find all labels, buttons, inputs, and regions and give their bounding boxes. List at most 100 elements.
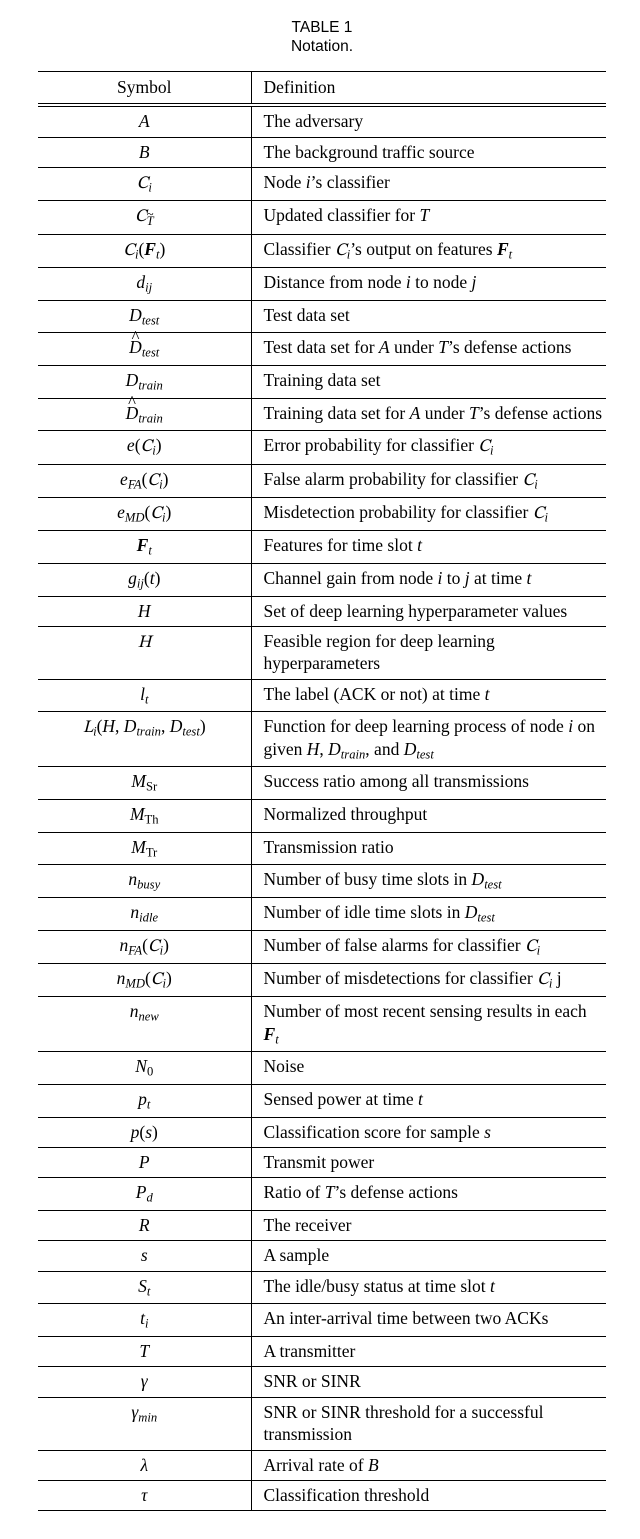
symbol-cell: p(s) [38,1117,251,1147]
symbol-cell: St [38,1271,251,1304]
definition-cell: Normalized throughput [251,800,606,833]
symbol-cell: ti [38,1304,251,1337]
symbol-cell: MTh [38,800,251,833]
definition-cell: Test data set [251,300,606,333]
table-row: Ci(Ft)Classifier Ci’s output on features… [38,234,606,267]
table-row: BThe background traffic source [38,137,606,167]
symbol-cell: s [38,1241,251,1271]
definition-cell: Distance from node i to node j [251,268,606,301]
table-row: gij(t)Channel gain from node i to j at t… [38,564,606,597]
definition-cell: Classifier Ci’s output on features Ft [251,234,606,267]
symbol-cell: τ [38,1481,251,1511]
symbol-cell: λ [38,1450,251,1480]
table-row: HSet of deep learning hyperparameter val… [38,596,606,626]
table-row: RThe receiver [38,1211,606,1241]
symbol-cell: pt [38,1085,251,1118]
definition-cell: Transmit power [251,1148,606,1178]
table-row: PdRatio of T’s defense actions [38,1178,606,1211]
definition-cell: Number of idle time slots in Dtest [251,897,606,930]
definition-cell: Error probability for classifier Ci [251,431,606,464]
symbol-cell: Ft [38,531,251,564]
table-row: Li(H, Dtrain, Dtest)Function for deep le… [38,712,606,767]
definition-cell: The idle/busy status at time slot t [251,1271,606,1304]
table-row: γminSNR or SINR threshold for a successf… [38,1397,606,1450]
table-row: p(s)Classification score for sample s [38,1117,606,1147]
table-row: DtestTest data set [38,300,606,333]
symbol-cell: B [38,137,251,167]
definition-cell: Classification threshold [251,1481,606,1511]
definition-cell: An inter-arrival time between two ACKs [251,1304,606,1337]
definition-cell: The adversary [251,105,606,137]
table-row: StThe idle/busy status at time slot t [38,1271,606,1304]
definition-cell: Success ratio among all transmissions [251,767,606,800]
definition-cell: Training data set [251,365,606,398]
definition-cell: Features for time slot t [251,531,606,564]
table-title: Notation. [291,38,353,55]
notation-table: Symbol Definition AThe adversaryBThe bac… [38,71,606,1512]
symbol-cell: γmin [38,1397,251,1450]
table-row: DtrainTraining data set [38,365,606,398]
definition-cell: Transmission ratio [251,832,606,865]
symbol-cell: Dtest [38,333,251,366]
symbol-cell: eFA(Ci) [38,464,251,497]
symbol-cell: N0 [38,1052,251,1085]
table-row: DtrainTraining data set for A under T’s … [38,398,606,431]
table-row: nidleNumber of idle time slots in Dtest [38,897,606,930]
table-row: HFeasible region for deep learning hyper… [38,627,606,680]
definition-cell: Channel gain from node i to j at time t [251,564,606,597]
symbol-cell: eMD(Ci) [38,498,251,531]
table-row: sA sample [38,1241,606,1271]
definition-cell: Function for deep learning process of no… [251,712,606,767]
definition-cell: Number of most recent sensing results in… [251,997,606,1052]
symbol-cell: Li(H, Dtrain, Dtest) [38,712,251,767]
symbol-cell: Ci(Ft) [38,234,251,267]
table-row: e(Ci)Error probability for classifier Ci [38,431,606,464]
definition-cell: Sensed power at time t [251,1085,606,1118]
definition-cell: The label (ACK or not) at time t [251,679,606,712]
table-row: eMD(Ci)Misdetection probability for clas… [38,498,606,531]
definition-cell: SNR or SINR threshold for a successful t… [251,1397,606,1450]
definition-cell: Number of busy time slots in Dtest [251,865,606,898]
definition-cell: Updated classifier for T [251,201,606,234]
definition-cell: Ratio of T’s defense actions [251,1178,606,1211]
definition-cell: Node i’s classifier [251,167,606,200]
table-row: nnewNumber of most recent sensing result… [38,997,606,1052]
definition-cell: Set of deep learning hyperparameter valu… [251,596,606,626]
definition-cell: Arrival rate of B [251,1450,606,1480]
symbol-cell: Dtest [38,300,251,333]
definition-cell: The receiver [251,1211,606,1241]
definition-cell: Classification score for sample s [251,1117,606,1147]
definition-cell: The background traffic source [251,137,606,167]
definition-cell: Noise [251,1052,606,1085]
table-row: ltThe label (ACK or not) at time t [38,679,606,712]
col-header-symbol: Symbol [38,71,251,105]
symbol-cell: MTr [38,832,251,865]
table-row: DtestTest data set for A under T’s defen… [38,333,606,366]
symbol-cell: CT [38,201,251,234]
definition-cell: Test data set for A under T’s defense ac… [251,333,606,366]
table-row: nMD(Ci)Number of misdetections for class… [38,963,606,996]
definition-cell: A transmitter [251,1337,606,1367]
symbol-cell: Ci [38,167,251,200]
definition-cell: Training data set for A under T’s defens… [251,398,606,431]
definition-cell: False alarm probability for classifier C… [251,464,606,497]
table-row: γSNR or SINR [38,1367,606,1397]
table-row: N0Noise [38,1052,606,1085]
symbol-cell: nnew [38,997,251,1052]
table-row: nFA(Ci)Number of false alarms for classi… [38,930,606,963]
table-row: AThe adversary [38,105,606,137]
symbol-cell: Pd [38,1178,251,1211]
definition-cell: A sample [251,1241,606,1271]
definition-cell: Feasible region for deep learning hyperp… [251,627,606,680]
symbol-cell: e(Ci) [38,431,251,464]
symbol-cell: γ [38,1367,251,1397]
symbol-cell: MSr [38,767,251,800]
table-row: TA transmitter [38,1337,606,1367]
table-row: λArrival rate of B [38,1450,606,1480]
table-row: FtFeatures for time slot t [38,531,606,564]
table-row: τClassification threshold [38,1481,606,1511]
table-row: MSrSuccess ratio among all transmissions [38,767,606,800]
table-row: nbusyNumber of busy time slots in Dtest [38,865,606,898]
table-row: dijDistance from node i to node j [38,268,606,301]
table-row: CiNode i’s classifier [38,167,606,200]
